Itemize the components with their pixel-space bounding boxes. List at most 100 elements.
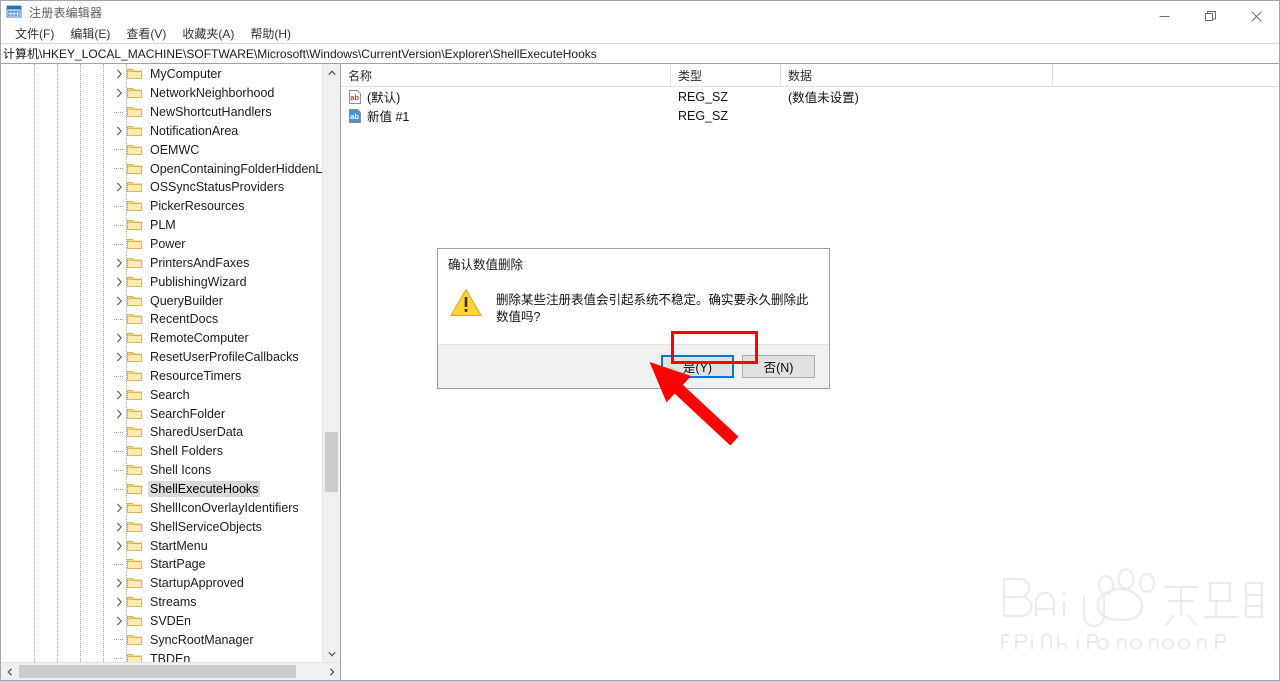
no-button[interactable]: 否(N) [742,355,815,378]
close-icon[interactable] [1233,1,1279,31]
value-name-cell: ab 新值 #1 [341,106,671,125]
tree-connector [114,168,123,170]
chevron-right-icon[interactable] [112,292,126,310]
menu-edit[interactable]: 编辑(E) [62,23,118,44]
title-bar: 注册表编辑器 [1,1,1279,23]
tree-item-searchfolder[interactable]: SearchFolder [1,404,323,423]
tree-item-networkneighborhood[interactable]: NetworkNeighborhood [1,84,323,103]
menu-favorites[interactable]: 收藏夹(A) [174,23,242,44]
folder-icon [127,332,142,344]
folder-icon [127,163,142,175]
tree-item-tbden[interactable]: TBDEn [1,649,323,662]
dialog-body: 删除某些注册表值会引起系统不稳定。确实要永久删除此数值吗? [438,278,829,344]
tree-item-newshortcuthandlers[interactable]: NewShortcutHandlers [1,103,323,122]
tree-item-publishingwizard[interactable]: PublishingWizard [1,272,323,291]
chevron-right-icon[interactable] [112,612,126,630]
window-controls [1141,1,1279,31]
svg-text:ab: ab [350,93,359,102]
registry-value-row[interactable]: ab (默认) REG_SZ (数值未设置) [341,87,1279,106]
chevron-right-icon[interactable] [112,348,126,366]
scroll-right-icon[interactable] [323,663,340,680]
dialog-title: 确认数值删除 [438,249,829,278]
yes-button[interactable]: 是(Y) [661,355,734,378]
tree-item-power[interactable]: Power [1,235,323,254]
tree-horizontal-scrollbar[interactable] [1,662,340,680]
chevron-right-icon[interactable] [112,178,126,196]
tree-item-startmenu[interactable]: StartMenu [1,536,323,555]
chevron-right-icon[interactable] [112,386,126,404]
tree-vertical-scrollbar[interactable] [322,64,340,662]
tree-item-printersandfaxes[interactable]: PrintersAndFaxes [1,253,323,272]
registry-path: 计算机\HKEY_LOCAL_MACHINE\SOFTWARE\Microsof… [3,47,597,61]
tree-item-search[interactable]: Search [1,385,323,404]
tree-hscroll-thumb[interactable] [19,665,296,678]
dialog-message: 删除某些注册表值会引起系统不稳定。确实要永久删除此数值吗? [496,293,809,324]
chevron-right-icon[interactable] [112,84,126,102]
tree-connector [114,375,123,377]
folder-icon [127,295,142,307]
tree-item-shell-icons[interactable]: Shell Icons [1,461,323,480]
tree-scroll-thumb[interactable] [325,432,338,492]
chevron-right-icon[interactable] [112,499,126,517]
tree-item-label: Power [150,237,186,252]
folder-icon [127,313,142,325]
column-header-type[interactable]: 类型 [671,64,781,86]
chevron-right-icon[interactable] [112,65,126,83]
tree-item-svden[interactable]: SVDEn [1,611,323,630]
tree-item-streams[interactable]: Streams [1,593,323,612]
tree-item-pickerresources[interactable]: PickerResources [1,197,323,216]
registry-tree[interactable]: MyComputer NetworkNeighborhood NewShortcut… [1,64,331,662]
chevron-right-icon[interactable] [112,518,126,536]
tree-item-label: PrintersAndFaxes [150,255,250,270]
column-header-name[interactable]: 名称 [341,64,671,86]
registry-tree-pane: MyComputer NetworkNeighborhood NewShortcut… [1,64,341,680]
folder-icon [127,389,142,401]
chevron-right-icon[interactable] [112,593,126,611]
menu-file[interactable]: 文件(F) [7,23,62,44]
tree-item-oemwc[interactable]: OEMWC [1,140,323,159]
restore-icon[interactable] [1187,1,1233,31]
minimize-icon[interactable] [1141,1,1187,31]
tree-item-shellexecutehooks[interactable]: ShellExecuteHooks [1,480,323,499]
tree-item-resetuserprofilecallbacks[interactable]: ResetUserProfileCallbacks [1,348,323,367]
folder-icon [127,106,142,118]
tree-item-syncrootmanager[interactable]: SyncRootManager [1,630,323,649]
tree-item-shareduserdata[interactable]: SharedUserData [1,423,323,442]
tree-item-shellserviceobjects[interactable]: ShellServiceObjects [1,517,323,536]
chevron-right-icon[interactable] [112,273,126,291]
tree-item-opencontainingfolderhiddenlis[interactable]: OpenContainingFolderHiddenLis [1,159,331,178]
tree-item-querybuilder[interactable]: QueryBuilder [1,291,323,310]
chevron-right-icon[interactable] [112,537,126,555]
tree-item-notificationarea[interactable]: NotificationArea [1,122,323,141]
menu-view[interactable]: 查看(V) [118,23,174,44]
menu-help[interactable]: 帮助(H) [242,23,299,44]
chevron-right-icon[interactable] [112,574,126,592]
tree-item-mycomputer[interactable]: MyComputer [1,65,323,84]
registry-value-row[interactable]: ab 新值 #1 REG_SZ [341,106,1279,125]
folder-icon [127,351,142,363]
tree-item-shell-folders[interactable]: Shell Folders [1,442,323,461]
tree-item-shelliconoverlayidentifiers[interactable]: ShellIconOverlayIdentifiers [1,498,323,517]
tree-item-remotecomputer[interactable]: RemoteComputer [1,329,323,348]
chevron-right-icon[interactable] [112,122,126,140]
address-bar[interactable]: 计算机\HKEY_LOCAL_MACHINE\SOFTWARE\Microsof… [1,43,1279,64]
tree-item-plm[interactable]: PLM [1,216,323,235]
chevron-right-icon[interactable] [112,254,126,272]
folder-icon [127,540,142,552]
tree-item-ossyncstatusproviders[interactable]: OSSyncStatusProviders [1,178,323,197]
tree-connector [114,658,123,660]
chevron-right-icon[interactable] [112,329,126,347]
scroll-left-icon[interactable] [1,663,18,680]
chevron-right-icon[interactable] [112,405,126,423]
tree-item-label: Shell Folders [150,444,223,459]
folder-icon [127,219,142,231]
tree-item-startpage[interactable]: StartPage [1,555,323,574]
column-header-data[interactable]: 数据 [781,64,1053,86]
tree-item-resourcetimers[interactable]: ResourceTimers [1,367,323,386]
scroll-down-icon[interactable] [323,645,340,662]
scroll-up-icon[interactable] [323,64,340,81]
tree-item-label: Shell Icons [150,463,212,478]
tree-connector [114,563,123,565]
tree-item-startupapproved[interactable]: StartupApproved [1,574,323,593]
tree-item-recentdocs[interactable]: RecentDocs [1,310,323,329]
